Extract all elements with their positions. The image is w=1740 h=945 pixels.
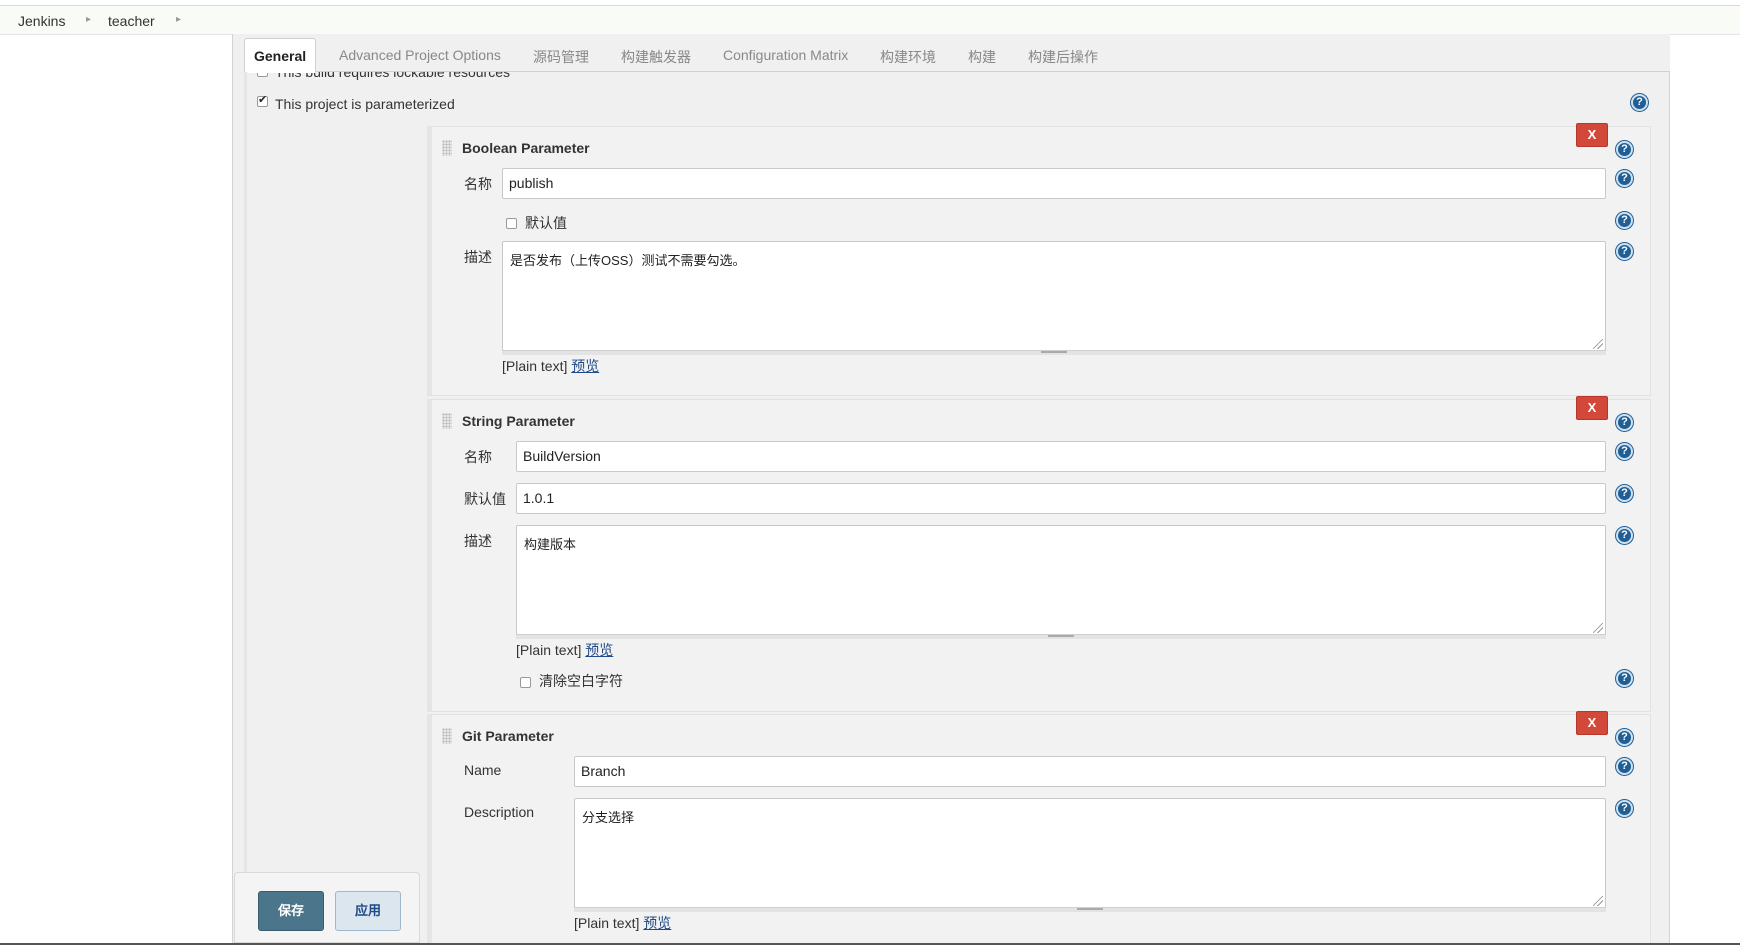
git-description-textarea[interactable]: 分支选择 [574,798,1606,908]
boolean-format-note: [Plain text] 预览 [502,356,599,376]
help-icon[interactable]: ? [1616,670,1633,687]
chevron-right-icon[interactable]: ▸ [176,14,181,25]
breadcrumb-teacher[interactable]: teacher [108,13,155,29]
help-icon[interactable]: ? [1616,170,1633,187]
git-format-note: [Plain text] 预览 [574,913,671,933]
string-description-textarea[interactable]: 构建版本 [516,525,1606,635]
save-button[interactable]: 保存 [258,891,324,931]
help-icon[interactable]: ? [1616,485,1633,502]
breadcrumb-jenkins[interactable]: Jenkins [18,13,65,29]
preview-link[interactable]: 预览 [643,915,671,931]
chevron-right-icon[interactable]: ▸ [86,14,91,25]
help-icon[interactable]: ? [1616,443,1633,460]
plain-text-note: [Plain text] [574,915,640,931]
help-icon[interactable]: ? [1616,243,1633,260]
drag-handle-icon[interactable] [442,728,452,744]
default-value-label: 默认值 [525,215,567,231]
plain-text-note: [Plain text] [502,358,568,374]
description-label: Description [464,804,535,820]
boolean-name-input[interactable]: publish [502,168,1606,199]
help-icon[interactable]: ? [1616,414,1633,431]
resize-grip-icon[interactable] [1593,623,1603,633]
string-default-input[interactable]: 1.0.1 [516,483,1606,514]
apply-button[interactable]: 应用 [335,891,401,931]
help-icon[interactable]: ? [1616,527,1633,544]
name-label: 名称 [464,449,492,465]
description-label: 描述 [464,249,492,265]
help-icon[interactable]: ? [1616,141,1633,158]
parameterized-label: This project is parameterized [275,96,455,112]
name-label: 名称 [464,176,492,192]
resize-grip-icon[interactable] [1593,339,1603,349]
help-icon[interactable]: ? [1616,800,1633,817]
trim-whitespace-label: 清除空白字符 [539,673,623,689]
name-label: Name [464,762,502,778]
resize-handle-icon[interactable] [1077,908,1103,910]
preview-link[interactable]: 预览 [571,358,599,374]
tab-source-code-management[interactable]: 源码管理 [533,47,589,67]
breadcrumb: Jenkins ▸ teacher ▸ [0,5,1740,35]
tab-build[interactable]: 构建 [968,47,996,67]
description-label: 描述 [464,533,492,549]
boolean-default-checkbox[interactable] [506,218,517,229]
drag-handle-icon[interactable] [442,413,452,429]
git-name-input[interactable]: Branch [574,756,1606,787]
delete-boolean-parameter-button[interactable]: X [1576,123,1608,147]
tab-post-build-actions[interactable]: 构建后操作 [1028,47,1098,67]
delete-string-parameter-button[interactable]: X [1576,396,1608,420]
help-icon[interactable]: ? [1616,212,1633,229]
tab-build-triggers[interactable]: 构建触发器 [621,47,691,67]
default-value-label: 默认值 [464,491,506,507]
drag-handle-icon[interactable] [442,140,452,156]
tab-advanced-project-options[interactable]: Advanced Project Options [339,47,501,63]
string-format-note: [Plain text] 预览 [516,640,613,660]
help-icon[interactable]: ? [1631,94,1648,111]
git-parameter-title: Git Parameter [462,728,554,744]
resize-handle-icon[interactable] [1041,351,1067,353]
delete-git-parameter-button[interactable]: X [1576,711,1608,735]
plain-text-note: [Plain text] [516,642,582,658]
string-name-input[interactable]: BuildVersion [516,441,1606,472]
resize-handle-icon[interactable] [1048,635,1074,637]
tab-general[interactable]: General [244,38,317,73]
string-parameter-title: String Parameter [462,413,575,429]
boolean-parameter-title: Boolean Parameter [462,140,590,156]
help-icon[interactable]: ? [1616,729,1633,746]
resize-grip-icon[interactable] [1593,896,1603,906]
tab-bar: General Advanced Project Options 源码管理 构建… [244,34,1670,73]
tab-build-environment[interactable]: 构建环境 [880,47,936,67]
boolean-description-textarea[interactable]: 是否发布（上传OSS）测试不需要勾选。 [502,241,1606,351]
trim-whitespace-checkbox[interactable] [520,677,531,688]
parameterized-checkbox[interactable] [257,93,268,107]
section-rail [244,72,247,943]
tab-configuration-matrix[interactable]: Configuration Matrix [723,47,848,63]
help-icon[interactable]: ? [1616,758,1633,775]
preview-link[interactable]: 预览 [585,642,613,658]
